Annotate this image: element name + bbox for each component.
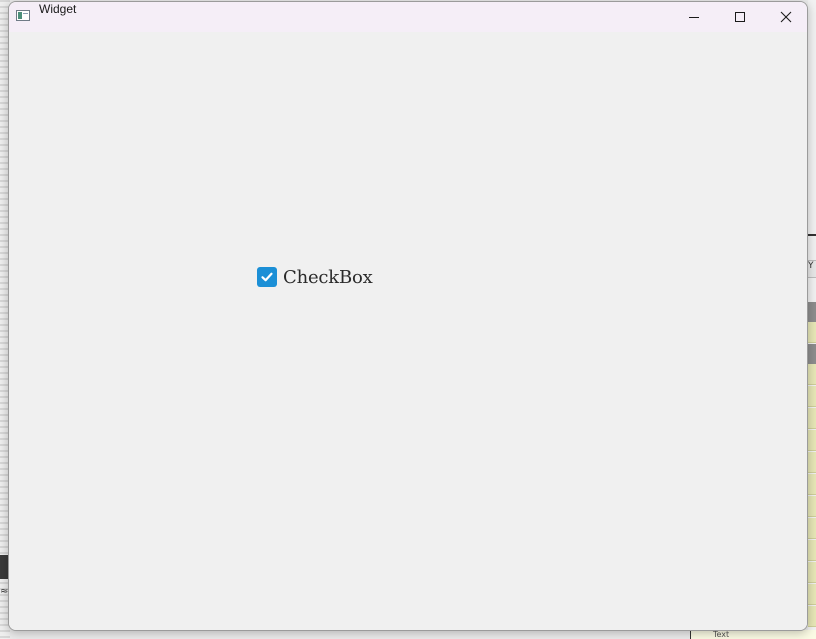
checkbox[interactable]: CheckBox bbox=[257, 266, 373, 288]
minimize-button[interactable] bbox=[671, 2, 717, 32]
background-right-row bbox=[808, 386, 816, 407]
background-right-row bbox=[808, 452, 816, 473]
background-right-row bbox=[808, 474, 816, 495]
background-right-row bbox=[808, 408, 816, 429]
maximize-icon bbox=[735, 12, 745, 22]
background-right-row bbox=[808, 584, 816, 605]
background-right-header: Y bbox=[808, 260, 816, 278]
app-window-icon bbox=[16, 10, 30, 21]
minimize-icon bbox=[689, 17, 699, 18]
background-right-row bbox=[808, 496, 816, 517]
background-right-divider bbox=[808, 234, 816, 236]
checkmark-icon bbox=[261, 272, 273, 282]
checkbox-indicator[interactable] bbox=[257, 267, 277, 287]
background-right-row bbox=[808, 322, 816, 343]
window-client-area: CheckBox bbox=[9, 32, 807, 630]
background-right-row bbox=[808, 540, 816, 561]
background-right-row bbox=[808, 364, 816, 385]
background-right-row bbox=[808, 606, 816, 627]
background-bottom-fragment: Text bbox=[690, 630, 816, 639]
background-right-row bbox=[808, 518, 816, 539]
window-title: Widget bbox=[39, 2, 77, 16]
close-icon bbox=[780, 11, 792, 23]
title-bar[interactable]: Widget bbox=[9, 2, 807, 32]
background-right-row bbox=[808, 430, 816, 451]
maximize-button[interactable] bbox=[717, 2, 763, 32]
close-button[interactable] bbox=[763, 2, 807, 32]
checkbox-label: CheckBox bbox=[283, 266, 373, 288]
background-right-row bbox=[808, 302, 816, 322]
background-right-row bbox=[808, 562, 816, 583]
background-right-row bbox=[808, 344, 816, 364]
widget-window: Widget CheckBox bbox=[8, 1, 808, 631]
